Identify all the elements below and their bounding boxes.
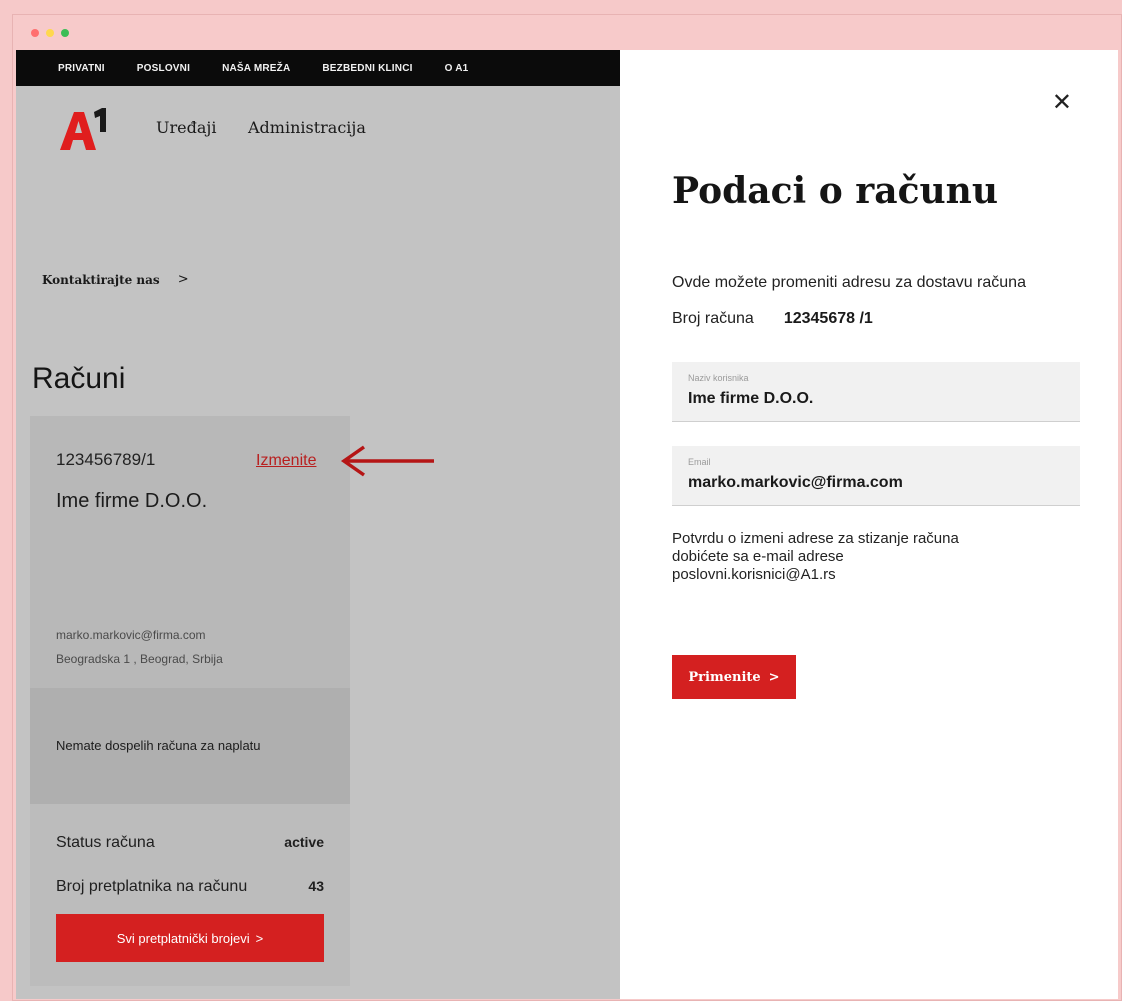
minimize-window-dot[interactable]	[46, 29, 54, 37]
email-input[interactable]	[688, 474, 1058, 492]
drawer-title: Podaci o računu	[672, 169, 999, 212]
page-viewport: PRIVATNI POSLOVNI NAŠA MREŽA BEZBEDNI KL…	[16, 50, 1118, 999]
window-controls	[31, 29, 69, 37]
status-row: Status računa active	[56, 834, 324, 852]
apply-button[interactable]: Primenite >	[672, 655, 796, 699]
account-card-header: 123456789/1 Izmenite Ime firme D.O.O. ma…	[30, 416, 350, 688]
subscribers-value: 43	[308, 878, 324, 894]
subscribers-row: Broj pretplatnika na računu 43	[56, 878, 324, 896]
account-address: Beogradska 1 , Beograd, Srbija	[56, 652, 223, 666]
confirmation-note: Potvrdu o izmeni adrese za stizanje raču…	[672, 530, 1052, 584]
account-email: marko.markovic@firma.com	[56, 628, 206, 642]
chevron-right-icon: >	[768, 669, 780, 685]
background-page-overlay: PRIVATNI POSLOVNI NAŠA MREŽA BEZBEDNI KL…	[16, 50, 620, 999]
header-link-administracija[interactable]: Administracija	[248, 118, 366, 137]
a1-logo[interactable]	[56, 108, 112, 152]
account-number: 123456789/1	[56, 450, 156, 469]
nav-item-poslovni[interactable]: POSLOVNI	[137, 63, 190, 74]
contact-link[interactable]: Kontaktirajte nas >	[42, 272, 189, 287]
all-subscriber-numbers-button[interactable]: Svi pretplatnički brojevi >	[56, 914, 324, 962]
confirmation-line: poslovni.korisnici@A1.rs	[672, 566, 836, 583]
maximize-window-dot[interactable]	[61, 29, 69, 37]
account-number-label: Broj računa	[672, 310, 754, 327]
subscribers-label: Broj pretplatnika na računu	[56, 878, 248, 895]
close-icon[interactable]: ✕	[1052, 88, 1072, 116]
nav-item-o-a1[interactable]: O A1	[445, 63, 469, 74]
all-subscriber-numbers-label: Svi pretplatnički brojevi	[116, 930, 250, 946]
page-title: Računi	[32, 362, 126, 396]
edit-account-link[interactable]: Izmenite	[256, 452, 316, 470]
due-bills-notice: Nemate dospelih računa za naplatu	[30, 688, 350, 804]
contact-label: Kontaktirajte nas	[42, 272, 160, 287]
customer-name-field[interactable]: Naziv korisnika	[672, 362, 1080, 422]
account-number-value: 12345678 /1	[783, 310, 873, 327]
annotation-arrow-icon	[340, 445, 434, 477]
top-navigation: PRIVATNI POSLOVNI NAŠA MREŽA BEZBEDNI KL…	[16, 50, 620, 86]
close-window-dot[interactable]	[31, 29, 39, 37]
chevron-right-icon: >	[177, 272, 189, 287]
nav-item-privatni[interactable]: PRIVATNI	[58, 63, 105, 74]
confirmation-line: Potvrdu o izmeni adrese za stizanje raču…	[672, 530, 959, 547]
nav-item-nasa-mreza[interactable]: NAŠA MREŽA	[222, 63, 290, 74]
customer-name-input[interactable]	[688, 390, 1058, 408]
drawer-description: Ovde možete promeniti adresu za dostavu …	[672, 274, 1026, 291]
confirmation-line: dobićete sa e-mail adrese	[672, 548, 844, 565]
company-name: Ime firme D.O.O.	[56, 490, 208, 512]
status-label: Status računa	[56, 834, 155, 851]
chevron-right-icon: >	[255, 930, 264, 946]
email-field[interactable]: Email	[672, 446, 1080, 506]
account-number-line: Broj računa 12345678 /1	[672, 310, 873, 328]
email-label: Email	[688, 457, 711, 467]
account-card: 123456789/1 Izmenite Ime firme D.O.O. ma…	[30, 416, 350, 986]
nav-item-bezbedni-klinci[interactable]: BEZBEDNI KLINCI	[322, 63, 412, 74]
header-link-uredjaji[interactable]: Uređaji	[156, 118, 216, 137]
apply-label: Primenite	[688, 669, 761, 685]
account-details-drawer: ✕ Podaci o računu Ovde možete promeniti …	[620, 50, 1118, 999]
status-value: active	[284, 834, 324, 850]
due-bills-notice-text: Nemate dospelih računa za naplatu	[56, 738, 261, 753]
customer-name-label: Naziv korisnika	[688, 373, 749, 383]
